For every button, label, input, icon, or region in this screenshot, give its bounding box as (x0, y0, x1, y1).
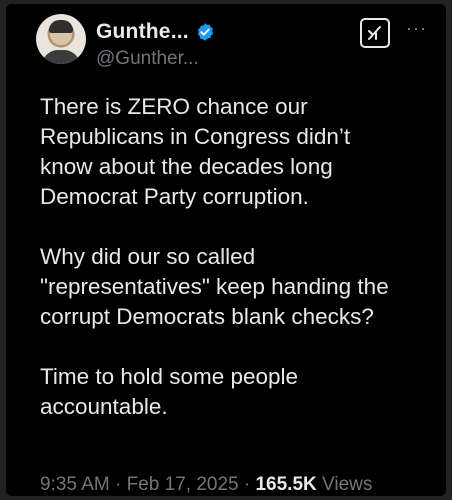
tweet-card[interactable]: Gunthe... @Gunther... ··· There is ZERO … (6, 4, 446, 496)
author-handle[interactable]: @Gunther... (96, 48, 199, 70)
avatar[interactable] (36, 14, 86, 64)
tweet-time[interactable]: 9:35 AM (40, 474, 110, 495)
screenshot-frame: Gunthe... @Gunther... ··· There is ZERO … (0, 0, 452, 500)
meta-separator: · (243, 474, 251, 495)
tweet-paragraph: There is ZERO chance our Republicans in … (40, 94, 351, 209)
author-display-name[interactable]: Gunthe... (96, 20, 189, 44)
verified-badge-icon (195, 22, 215, 42)
author-name-row[interactable]: Gunthe... (96, 18, 215, 46)
tweet-paragraph: Time to hold some people accountable. (40, 364, 299, 419)
grok-button[interactable] (360, 18, 390, 48)
views-label[interactable]: Views (322, 474, 372, 495)
avatar-cap-shape (49, 20, 73, 33)
grok-icon (368, 26, 381, 40)
tweet-date[interactable]: Feb 17, 2025 (127, 474, 239, 495)
avatar-shirt-shape (42, 50, 80, 64)
tweet-paragraph: Why did our so called "representatives" … (40, 244, 389, 329)
tweet-body: There is ZERO chance our Republicans in … (40, 92, 440, 452)
more-options-button[interactable]: ··· (406, 19, 430, 42)
meta-separator: · (115, 474, 122, 495)
views-count[interactable]: 165.5K (255, 474, 316, 495)
tweet-meta: 9:35 AM · Feb 17, 2025 · 165.5K Views (40, 474, 372, 496)
